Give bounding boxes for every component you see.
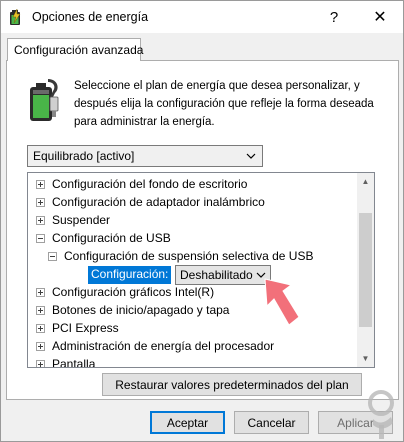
window-title: Opciones de energía (32, 10, 149, 24)
expand-icon[interactable] (36, 360, 45, 367)
restore-defaults-button[interactable]: Restaurar valores predeterminados del pl… (102, 373, 362, 396)
tree-item-label: PCI Express (52, 321, 119, 335)
help-button[interactable]: ? (311, 1, 357, 33)
setting-value: Deshabilitado (180, 268, 253, 282)
expand-icon[interactable] (36, 216, 45, 225)
expand-icon[interactable] (36, 306, 45, 315)
expand-icon[interactable] (36, 324, 45, 333)
collapse-icon[interactable] (48, 252, 57, 261)
title-bar: Opciones de energía ? ✕ (1, 1, 403, 33)
scroll-down-icon[interactable]: ▼ (357, 350, 374, 367)
expand-icon[interactable] (36, 198, 45, 207)
ok-button[interactable]: Aceptar (150, 411, 225, 434)
close-button[interactable]: ✕ (357, 1, 403, 33)
setting-label: Configuración: (88, 266, 172, 284)
tree-item-label: Configuración de suspensión selectiva de… (64, 249, 314, 263)
scrollbar-thumb[interactable] (359, 213, 372, 327)
collapse-icon[interactable] (36, 234, 45, 243)
tree-item-label: Pantalla (52, 357, 96, 368)
setting-value-select[interactable]: Deshabilitado (175, 265, 271, 285)
vertical-scrollbar[interactable]: ▲ ▼ (357, 173, 374, 367)
power-options-icon (10, 8, 21, 25)
tab-advanced-settings[interactable]: Configuración avanzada (7, 38, 143, 61)
tree-item-label: Configuración de adaptador inalámbrico (52, 195, 265, 209)
power-plan-select[interactable]: Equilibrado [activo] (27, 145, 263, 167)
tree-item-label: Configuración de USB (52, 231, 171, 245)
annotation-arrow-icon (264, 278, 300, 326)
battery-plan-icon (30, 79, 59, 121)
settings-tree[interactable]: Configuración del fondo de escritorio Co… (27, 172, 375, 368)
watermark-logo (368, 390, 394, 439)
scroll-up-icon[interactable]: ▲ (357, 173, 374, 190)
expand-icon[interactable] (36, 288, 45, 297)
expand-icon[interactable] (36, 342, 45, 351)
expand-icon[interactable] (36, 180, 45, 189)
tree-item-label: Suspender (52, 213, 111, 227)
power-plan-value: Equilibrado [activo] (33, 149, 135, 163)
plan-description: Seleccione el plan de energía que desea … (74, 80, 374, 128)
tree-item-label: Botones de inicio/apagado y tapa (52, 303, 230, 317)
tree-item-label: Administración de energía del procesador (52, 339, 275, 353)
chevron-down-icon (246, 153, 256, 159)
power-options-dialog: Opciones de energía ? ✕ Configuración av… (0, 0, 404, 442)
tree-item-label: Configuración del fondo de escritorio (52, 177, 248, 191)
tree-item-label: Configuración gráficos Intel(R) (52, 285, 215, 299)
cancel-button[interactable]: Cancelar (234, 411, 309, 434)
